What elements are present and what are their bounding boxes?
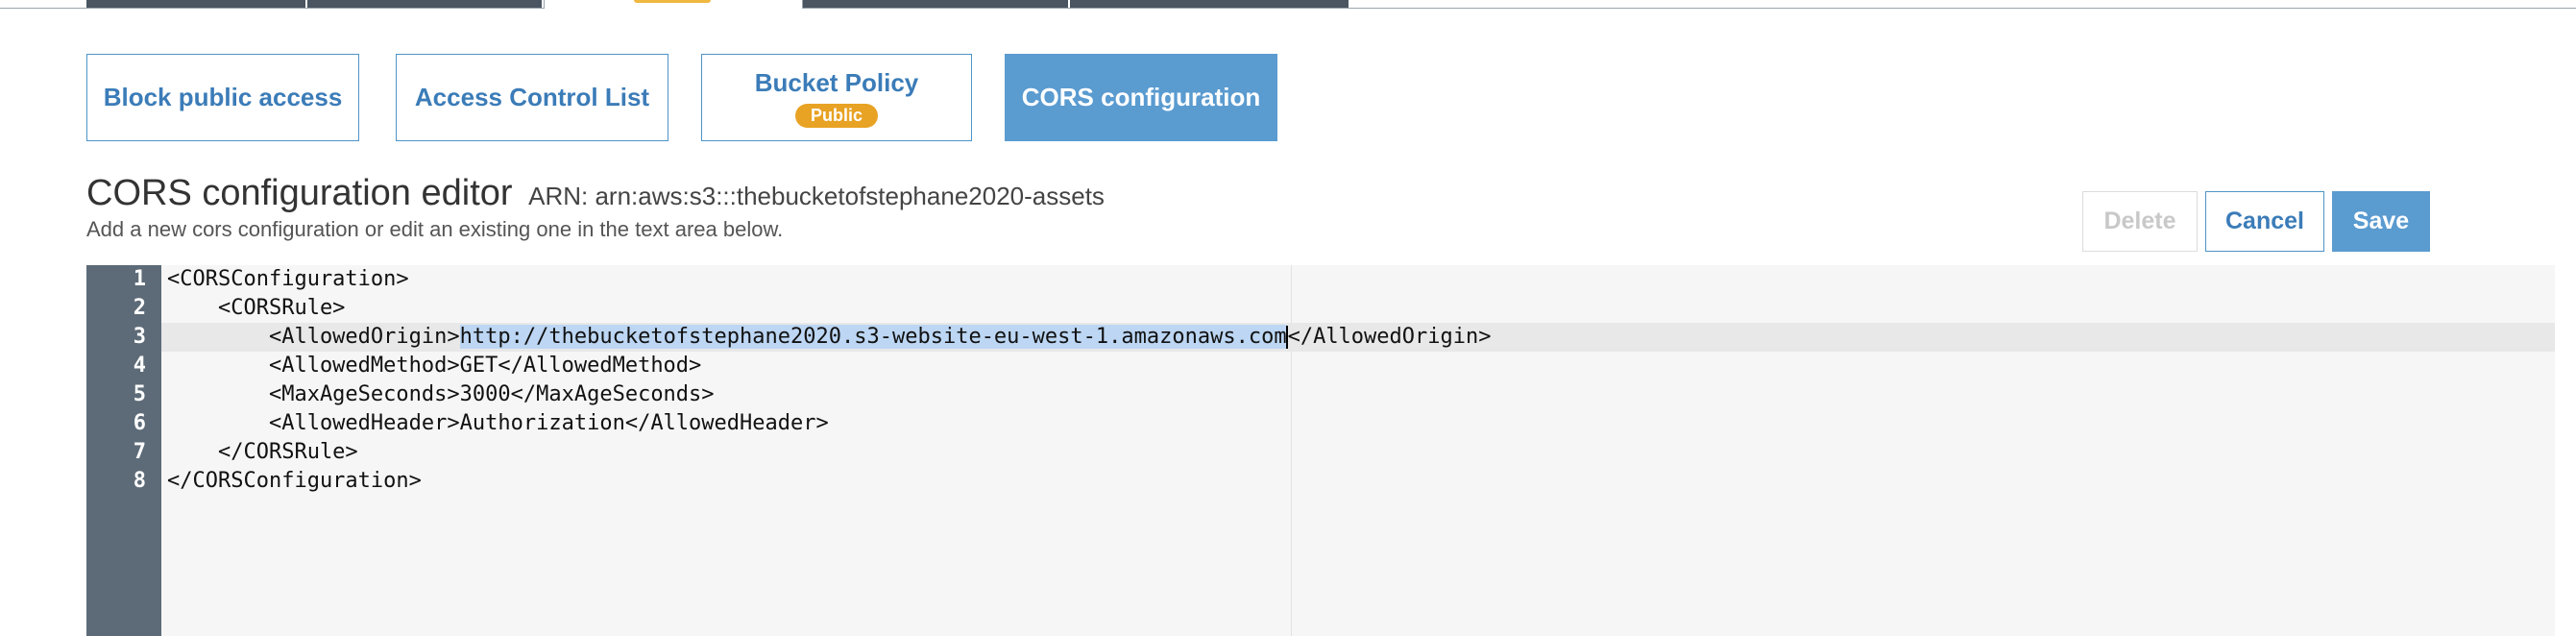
cancel-button[interactable]: Cancel — [2205, 191, 2324, 252]
tab-label: Block public access — [103, 83, 343, 111]
code-text[interactable]: <CORSConfiguration> — [167, 265, 409, 294]
code-text-post: </AllowedOrigin> — [1287, 325, 1492, 349]
outer-tab[interactable] — [307, 0, 542, 8]
cors-code-editor[interactable]: 1 <CORSConfiguration> 2 <CORSRule> 3 <Al… — [86, 265, 2555, 636]
line-number: 8 — [133, 469, 146, 493]
outer-tab[interactable] — [86, 0, 305, 8]
code-line[interactable]: 5 <MaxAgeSeconds>3000</MaxAgeSeconds> — [86, 380, 2555, 409]
line-number: 3 — [133, 325, 146, 349]
code-text[interactable]: </CORSRule> — [167, 438, 358, 467]
code-line[interactable]: 8 </CORSConfiguration> — [86, 467, 2555, 496]
save-button[interactable]: Save — [2332, 191, 2430, 252]
code-line[interactable]: 2 <CORSRule> — [86, 294, 2555, 323]
bucket-arn: ARN: arn:aws:s3:::thebucketofstephane202… — [528, 182, 1105, 210]
code-line[interactable]: 4 <AllowedMethod>GET</AllowedMethod> — [86, 352, 2555, 380]
tab-label: Access Control List — [414, 83, 650, 111]
code-text[interactable]: <AllowedMethod>GET</AllowedMethod> — [167, 352, 701, 380]
code-text[interactable]: <AllowedHeader>Authorization</AllowedHea… — [167, 409, 829, 438]
public-badge: Public — [794, 103, 878, 128]
tab-cors-configuration[interactable]: CORS configuration — [1005, 54, 1277, 141]
code-text[interactable]: </CORSConfiguration> — [167, 467, 422, 496]
delete-button[interactable]: Delete — [2082, 191, 2198, 252]
code-text[interactable]: <MaxAgeSeconds>3000</MaxAgeSeconds> — [167, 380, 715, 409]
code-line[interactable]: 1 <CORSConfiguration> — [86, 265, 2555, 294]
outer-tab-strip — [0, 0, 2576, 10]
tab-label: Bucket Policy — [754, 67, 919, 97]
tab-bucket-policy[interactable]: Bucket Policy Public — [701, 54, 972, 141]
editor-title-text: CORS configuration editor — [86, 173, 513, 213]
tab-block-public-access[interactable]: Block public access — [86, 54, 359, 141]
code-line[interactable]: 7 </CORSRule> — [86, 438, 2555, 467]
outer-tab-accent — [634, 0, 711, 3]
tab-label: CORS configuration — [1021, 83, 1261, 111]
code-text[interactable]: <CORSRule> — [167, 294, 345, 323]
line-number: 2 — [133, 296, 146, 320]
tab-access-control-list[interactable]: Access Control List — [396, 54, 668, 141]
outer-tab[interactable] — [1070, 0, 1349, 8]
code-line[interactable]: 3 <AllowedOrigin>http://thebucketofsteph… — [86, 323, 2555, 352]
selected-text[interactable]: http://thebucketofstephane2020.s3-websit… — [459, 325, 1287, 349]
line-number: 6 — [133, 411, 146, 435]
line-number: 7 — [133, 440, 146, 464]
editor-title: CORS configuration editor ARN: arn:aws:s… — [86, 173, 1105, 214]
code-text-pre: <AllowedOrigin> — [167, 325, 460, 349]
editor-subtitle: Add a new cors configuration or edit an … — [86, 217, 784, 241]
code-text[interactable]: <AllowedOrigin>http://thebucketofstephan… — [167, 323, 1492, 352]
tab-strip-divider — [0, 8, 2576, 9]
line-number: 1 — [133, 267, 146, 291]
code-line[interactable]: 6 <AllowedHeader>Authorization</AllowedH… — [86, 409, 2555, 438]
outer-tab[interactable] — [803, 0, 1068, 8]
line-number: 4 — [133, 354, 146, 378]
line-number: 5 — [133, 382, 146, 406]
